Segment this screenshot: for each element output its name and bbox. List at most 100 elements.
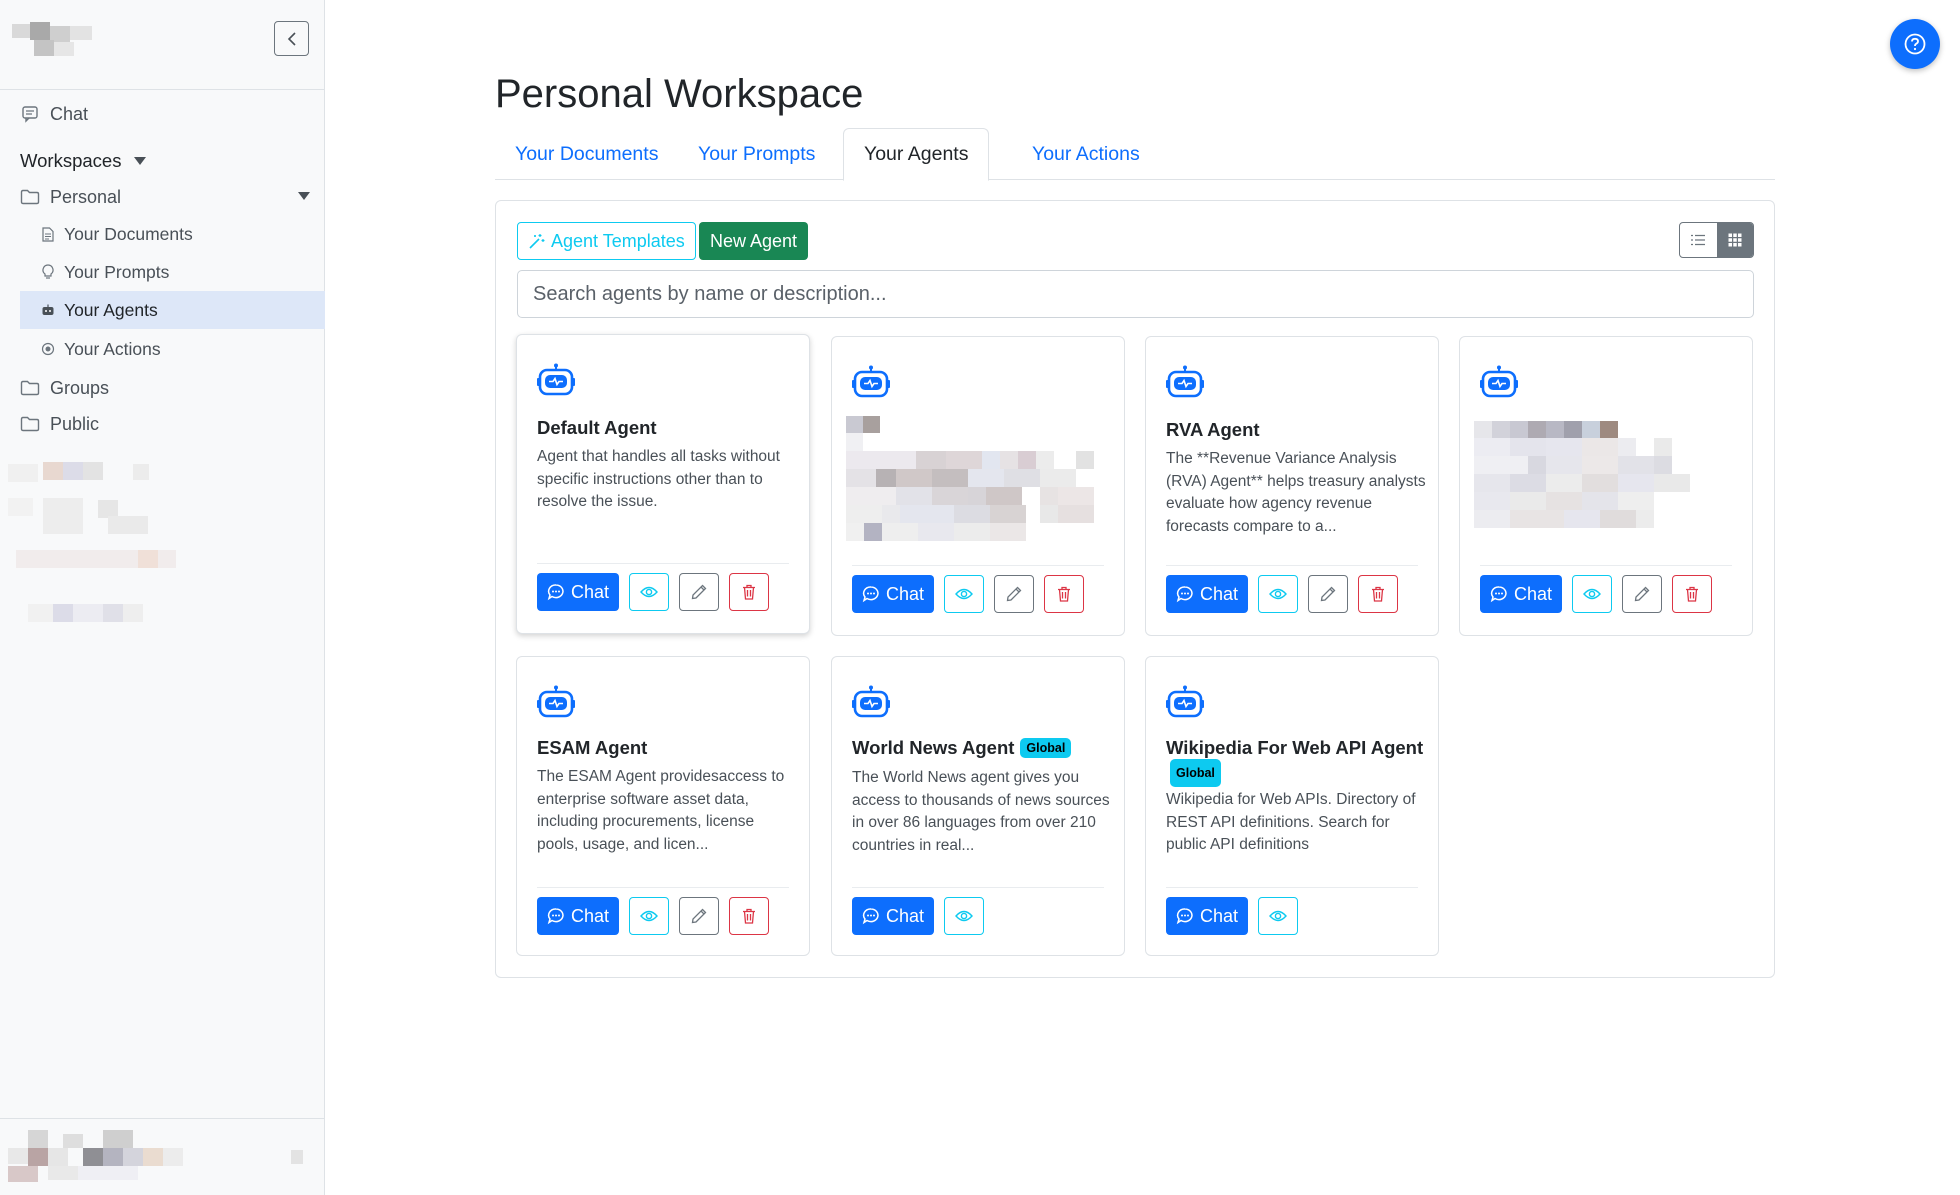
agent-name-row: World News Agent Global bbox=[852, 737, 1072, 759]
sidebar-item-label: Personal bbox=[50, 186, 122, 207]
app-window: Chat Workspaces Personal Your Documents … bbox=[0, 0, 1960, 1195]
sidebar-item-chat[interactable]: Chat bbox=[20, 102, 88, 126]
robot-icon bbox=[537, 363, 575, 396]
chat-button[interactable]: Chat bbox=[537, 573, 620, 611]
agent-name: Default Agent bbox=[537, 417, 657, 438]
edit-button[interactable] bbox=[994, 575, 1035, 613]
eye-icon bbox=[1269, 910, 1287, 922]
view-mode-toggle bbox=[1679, 222, 1754, 258]
eye-icon bbox=[640, 586, 658, 598]
sidebar-item-public[interactable]: Public bbox=[20, 412, 99, 436]
trash-icon bbox=[1686, 586, 1699, 602]
sidebar-item-your-agents[interactable]: Your Agents bbox=[20, 291, 325, 329]
sidebar-item-label: Your Documents bbox=[64, 223, 193, 244]
agent-actions: Chat bbox=[1166, 575, 1399, 613]
folder-icon bbox=[20, 378, 40, 398]
delete-button[interactable] bbox=[729, 573, 770, 611]
card-divider bbox=[537, 887, 789, 888]
eye-icon bbox=[1583, 588, 1601, 600]
view-button[interactable] bbox=[629, 897, 670, 935]
sidebar-divider bbox=[0, 89, 325, 90]
agent-card: RVA Agent The **Revenue Variance Analysi… bbox=[1145, 336, 1439, 636]
chat-dots-icon bbox=[862, 586, 879, 603]
view-button[interactable] bbox=[1572, 575, 1613, 613]
agent-name: RVA Agent bbox=[1166, 419, 1260, 440]
agent-card: Chat bbox=[831, 336, 1125, 636]
sidebar-item-personal[interactable]: Personal bbox=[20, 185, 310, 209]
view-button[interactable] bbox=[1258, 897, 1299, 935]
chat-button-label: Chat bbox=[886, 583, 925, 604]
agent-actions: Chat bbox=[1166, 897, 1299, 935]
list-view-button[interactable] bbox=[1680, 223, 1717, 257]
chat-button[interactable]: Chat bbox=[1480, 575, 1563, 613]
grid-view-button[interactable] bbox=[1716, 223, 1753, 257]
view-button[interactable] bbox=[944, 897, 985, 935]
delete-button[interactable] bbox=[1672, 575, 1713, 613]
pencil-icon bbox=[691, 584, 707, 600]
edit-button[interactable] bbox=[679, 897, 720, 935]
sidebar-item-groups[interactable]: Groups bbox=[20, 376, 109, 400]
trash-icon bbox=[1372, 586, 1385, 602]
new-agent-button[interactable]: New Agent bbox=[699, 222, 809, 260]
tab-your-actions[interactable]: Your Actions bbox=[1012, 128, 1160, 180]
agent-name: ESAM Agent bbox=[537, 737, 648, 758]
chevron-left-icon bbox=[287, 31, 296, 46]
card-divider bbox=[852, 887, 1104, 888]
chat-dots-icon bbox=[547, 584, 564, 601]
view-button[interactable] bbox=[1258, 575, 1299, 613]
delete-button[interactable] bbox=[1358, 575, 1399, 613]
tab-your-documents[interactable]: Your Documents bbox=[495, 128, 678, 180]
agent-card: Wikipedia For Web API Agent Global Wikip… bbox=[1145, 656, 1439, 956]
sidebar-item-label: Your Agents bbox=[64, 299, 158, 320]
card-divider bbox=[852, 565, 1104, 566]
redacted-agent-content bbox=[1474, 421, 1724, 546]
help-button[interactable] bbox=[1890, 19, 1940, 69]
robot-icon bbox=[852, 685, 890, 718]
caret-down-icon bbox=[134, 157, 147, 165]
chat-button[interactable]: Chat bbox=[1166, 575, 1249, 613]
chat-button-label: Chat bbox=[1200, 583, 1239, 604]
agent-actions: Chat bbox=[852, 575, 1085, 613]
global-badge: Global bbox=[1020, 738, 1072, 758]
chat-button-label: Chat bbox=[571, 905, 610, 926]
tab-your-prompts[interactable]: Your Prompts bbox=[678, 128, 835, 180]
tab-your-agents[interactable]: Your Agents bbox=[843, 128, 990, 181]
delete-button[interactable] bbox=[1044, 575, 1085, 613]
agent-name: World News Agent bbox=[852, 737, 1015, 758]
chat-button[interactable]: Chat bbox=[852, 575, 935, 613]
workspaces-heading: Workspaces bbox=[20, 150, 122, 171]
chat-button[interactable]: Chat bbox=[1166, 897, 1249, 935]
sidebar-item-your-documents[interactable]: Your Documents bbox=[40, 222, 193, 246]
document-icon bbox=[40, 224, 56, 244]
robot-icon bbox=[1166, 365, 1204, 398]
delete-button[interactable] bbox=[729, 897, 770, 935]
chat-button[interactable]: Chat bbox=[852, 897, 935, 935]
edit-button[interactable] bbox=[1308, 575, 1349, 613]
agent-description: Agent that handles all tasks without spe… bbox=[537, 448, 780, 510]
redacted-user-profile[interactable] bbox=[8, 1128, 308, 1183]
view-button[interactable] bbox=[629, 573, 670, 611]
edit-button[interactable] bbox=[1622, 575, 1663, 613]
sidebar-item-your-actions[interactable]: Your Actions bbox=[40, 337, 161, 361]
chat-dots-icon bbox=[1490, 586, 1507, 603]
pencil-icon bbox=[1320, 586, 1336, 602]
view-button[interactable] bbox=[944, 575, 985, 613]
edit-button[interactable] bbox=[679, 573, 720, 611]
card-divider bbox=[1480, 565, 1732, 566]
sidebar-item-label: Groups bbox=[50, 377, 110, 398]
trash-icon bbox=[743, 584, 756, 600]
sidebar-item-label: Public bbox=[50, 413, 100, 434]
collapse-sidebar-button[interactable] bbox=[274, 21, 309, 56]
sidebar-item-label: Chat bbox=[50, 103, 89, 124]
agent-templates-button[interactable]: Agent Templates bbox=[517, 222, 696, 260]
sidebar-item-your-prompts[interactable]: Your Prompts bbox=[40, 260, 169, 284]
chat-button-label: Chat bbox=[571, 581, 610, 602]
workspaces-toggle[interactable]: Workspaces bbox=[20, 148, 147, 174]
agent-name: Wikipedia For Web API Agent bbox=[1166, 737, 1424, 758]
question-circle-icon bbox=[1904, 33, 1926, 55]
agent-search-input[interactable] bbox=[517, 270, 1754, 318]
agent-actions: Chat bbox=[537, 573, 770, 611]
chat-button[interactable]: Chat bbox=[537, 897, 620, 935]
agent-actions: Chat bbox=[852, 897, 985, 935]
agent-card: Chat bbox=[1459, 336, 1753, 636]
